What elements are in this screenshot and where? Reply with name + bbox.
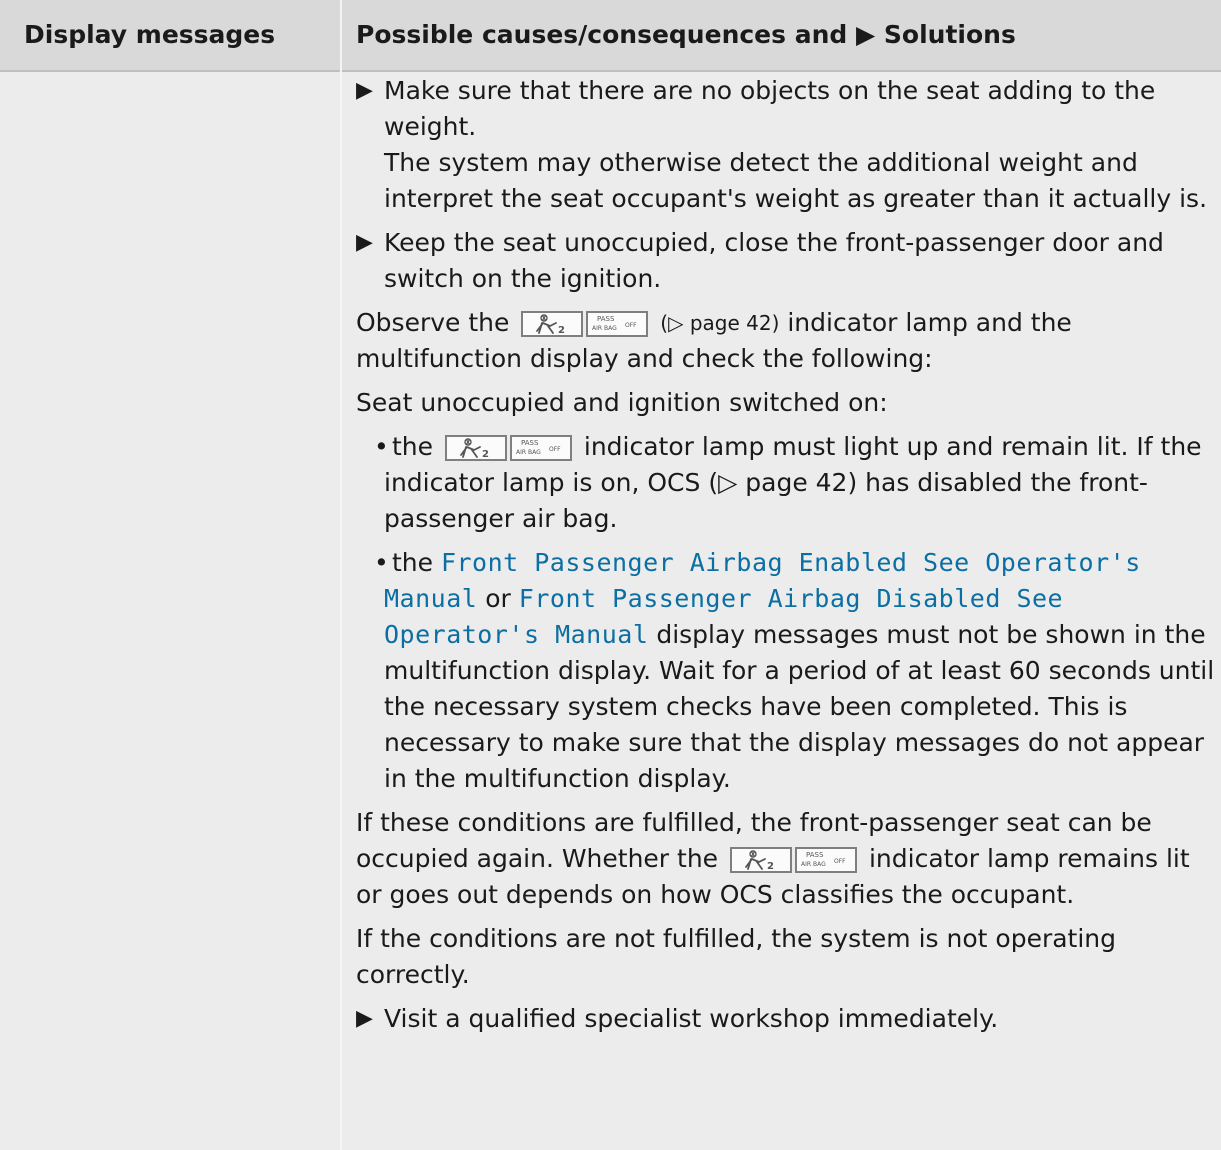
solutions-heading: Possible causes/consequences and ▶ Solut… <box>356 20 1016 49</box>
observe-indicator-paragraph: Observe the 2 PASS AIR BAG OFF (▷ page 4… <box>356 305 1216 377</box>
off-icon-text: OFF <box>549 446 561 453</box>
triangle-right-icon: ▶ <box>356 78 373 103</box>
seat-unoccupied-heading: Seat unoccupied and ignition switched on… <box>356 388 888 417</box>
lamp-check-bullet: • the 2 PASS AIR BAG OFF indicator lamp … <box>374 429 1216 537</box>
step-remove-objects: ▶ Make sure that there are no objects on… <box>356 73 1216 217</box>
conditions-fulfilled-paragraph: If these conditions are fulfilled, the f… <box>356 805 1216 913</box>
child-seat-warning-icon: 2 <box>521 311 584 337</box>
passenger-airbag-off-icon: PASS AIR BAG OFF <box>586 311 649 337</box>
lamp-check-before: the <box>391 432 433 461</box>
svg-text:2: 2 <box>482 449 489 459</box>
indicator-lamp-group: 2 PASS AIR BAG OFF <box>730 847 858 873</box>
page-reference-text: (▷ page 42) <box>660 311 780 335</box>
air-bag-icon-text: AIR BAG <box>592 325 617 332</box>
step-visit-workshop: ▶ Visit a qualified specialist workshop … <box>356 1001 1216 1037</box>
pass-icon-text: PASS <box>597 315 615 323</box>
display-messages-heading: Display messages <box>24 20 276 49</box>
indicator-lamp-group: 2 PASS AIR BAG OFF <box>521 311 649 337</box>
step-keep-seat-unoccupied-text: Keep the seat unoccupied, close the fron… <box>384 228 1164 293</box>
display-message-bullet: • the Front Passenger Airbag Enabled See… <box>374 545 1216 797</box>
passenger-airbag-off-icon: PASS AIR BAG OFF <box>795 847 858 873</box>
bullet-icon: • <box>374 548 389 577</box>
off-icon-text: OFF <box>834 858 846 865</box>
triangle-right-icon: ▶ <box>356 230 373 255</box>
check-list: • the 2 PASS AIR BAG OFF indicator lamp … <box>374 429 1216 797</box>
svg-text:2: 2 <box>767 861 774 871</box>
pass-icon-text: PASS <box>521 439 539 447</box>
display-messages-column <box>0 72 340 1150</box>
svg-text:2: 2 <box>558 325 565 335</box>
air-bag-icon-text: AIR BAG <box>516 449 541 456</box>
indicator-lamp-group: 2 PASS AIR BAG OFF <box>444 435 572 461</box>
weight-warning-text: The system may otherwise detect the addi… <box>384 148 1208 213</box>
child-seat-warning-icon: 2 <box>730 847 793 873</box>
or-text: or <box>485 584 511 613</box>
observe-before-text: Observe the <box>356 308 510 337</box>
document-page: Display messages Possible causes/consequ… <box>0 0 1221 1150</box>
solutions-content: ▶ Make sure that there are no objects on… <box>356 73 1216 1045</box>
display-message-before: the <box>391 548 433 577</box>
bullet-icon: • <box>374 432 389 461</box>
column-divider <box>340 0 342 1150</box>
air-bag-icon-text: AIR BAG <box>801 861 826 868</box>
conditions-not-fulfilled-paragraph: If the conditions are not fulfilled, the… <box>356 924 1117 989</box>
step-visit-workshop-text: Visit a qualified specialist workshop im… <box>384 1004 999 1033</box>
child-seat-warning-icon: 2 <box>444 435 507 461</box>
off-icon-text: OFF <box>625 322 637 329</box>
pass-icon-text: PASS <box>806 851 824 859</box>
step-keep-seat-unoccupied: ▶ Keep the seat unoccupied, close the fr… <box>356 225 1216 297</box>
step-remove-objects-text: Make sure that there are no objects on t… <box>384 76 1156 141</box>
triangle-right-icon: ▶ <box>356 1006 373 1031</box>
passenger-airbag-off-icon: PASS AIR BAG OFF <box>509 435 572 461</box>
